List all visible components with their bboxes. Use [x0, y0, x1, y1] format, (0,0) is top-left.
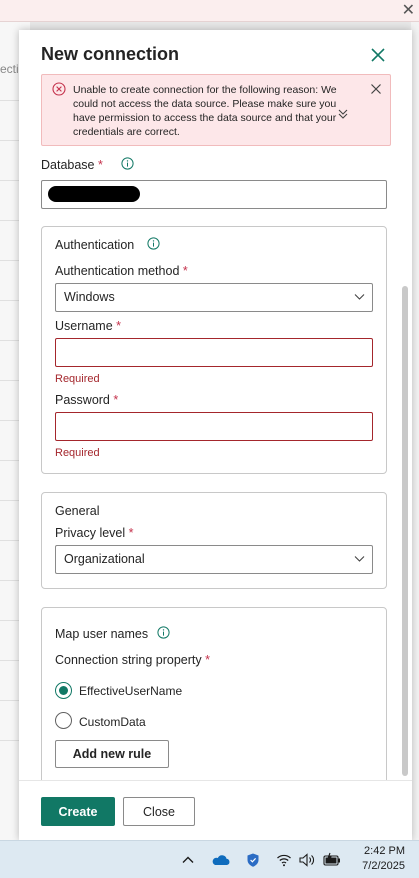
battery-charging-icon[interactable]	[322, 852, 342, 868]
system-clock[interactable]: 2:42 PM 7/2/2025	[362, 844, 405, 874]
info-icon[interactable]	[121, 157, 134, 170]
redacted-value	[48, 186, 140, 202]
username-required-message: Required	[55, 373, 100, 385]
add-new-rule-button[interactable]: Add new rule	[55, 740, 169, 768]
footer-divider	[19, 780, 412, 781]
map-user-names-group: Map user names Connection string propert…	[41, 607, 387, 780]
password-label: Password *	[55, 393, 119, 407]
privacy-level-value: Organizational	[64, 552, 145, 566]
password-input[interactable]	[55, 412, 373, 441]
username-input[interactable]	[55, 338, 373, 367]
privacy-level-label: Privacy level *	[55, 526, 134, 540]
chevron-double-down-icon[interactable]	[336, 107, 350, 121]
error-message-bar: Unable to create connection for the foll…	[41, 74, 391, 146]
security-shield-icon[interactable]	[245, 852, 261, 868]
wifi-icon[interactable]	[276, 852, 292, 868]
dialog-title: New connection	[41, 44, 180, 64]
database-field[interactable]	[41, 180, 387, 209]
privacy-level-dropdown[interactable]: Organizational	[55, 545, 373, 574]
password-required-message: Required	[55, 447, 100, 459]
info-icon[interactable]	[147, 237, 160, 250]
general-title: General	[55, 504, 100, 518]
authentication-group: Authentication Authentication method * W…	[41, 226, 387, 474]
dialog-body[interactable]: Database * Authentication Authentication…	[19, 156, 412, 780]
authentication-method-dropdown[interactable]: Windows	[55, 283, 373, 312]
background-close-icon[interactable]: ✕	[402, 0, 415, 20]
chevron-down-icon	[354, 294, 365, 300]
radio-effective-user-name[interactable]	[55, 682, 72, 699]
info-icon[interactable]	[157, 626, 170, 639]
error-icon	[52, 82, 66, 96]
connection-string-property-label: Connection string property *	[55, 653, 210, 667]
chevron-up-icon[interactable]	[180, 852, 196, 868]
authentication-title: Authentication	[55, 238, 135, 252]
close-button[interactable]: Close	[123, 797, 195, 826]
authentication-method-value: Windows	[64, 290, 115, 304]
taskbar: 2:42 PM 7/2/2025	[0, 840, 419, 878]
error-text: Unable to create connection for the foll…	[73, 84, 337, 138]
map-user-names-title: Map user names	[55, 627, 149, 641]
clock-time: 2:42 PM	[364, 845, 405, 857]
dismiss-error-icon[interactable]	[370, 83, 382, 95]
clock-date: 7/2/2025	[362, 860, 405, 872]
radio-label-custom-data[interactable]: CustomData	[79, 715, 146, 729]
radio-label-effective-user-name[interactable]: EffectiveUserName	[79, 684, 182, 698]
authentication-method-label: Authentication method *	[55, 264, 188, 278]
database-label: Database *	[41, 158, 103, 172]
general-group: General Privacy level * Organizational	[41, 492, 387, 589]
create-button[interactable]: Create	[41, 797, 115, 826]
new-connection-dialog: New connection Unable to create connecti…	[19, 30, 412, 840]
background-header: ✕	[0, 0, 419, 22]
dialog-scrollbar[interactable]	[402, 286, 408, 776]
close-icon[interactable]	[367, 44, 389, 66]
background-right-edge	[411, 22, 419, 840]
radio-custom-data[interactable]	[55, 712, 72, 729]
onedrive-icon[interactable]	[211, 852, 231, 868]
username-label: Username *	[55, 319, 122, 333]
volume-icon[interactable]	[298, 852, 316, 868]
chevron-down-icon	[354, 556, 365, 562]
